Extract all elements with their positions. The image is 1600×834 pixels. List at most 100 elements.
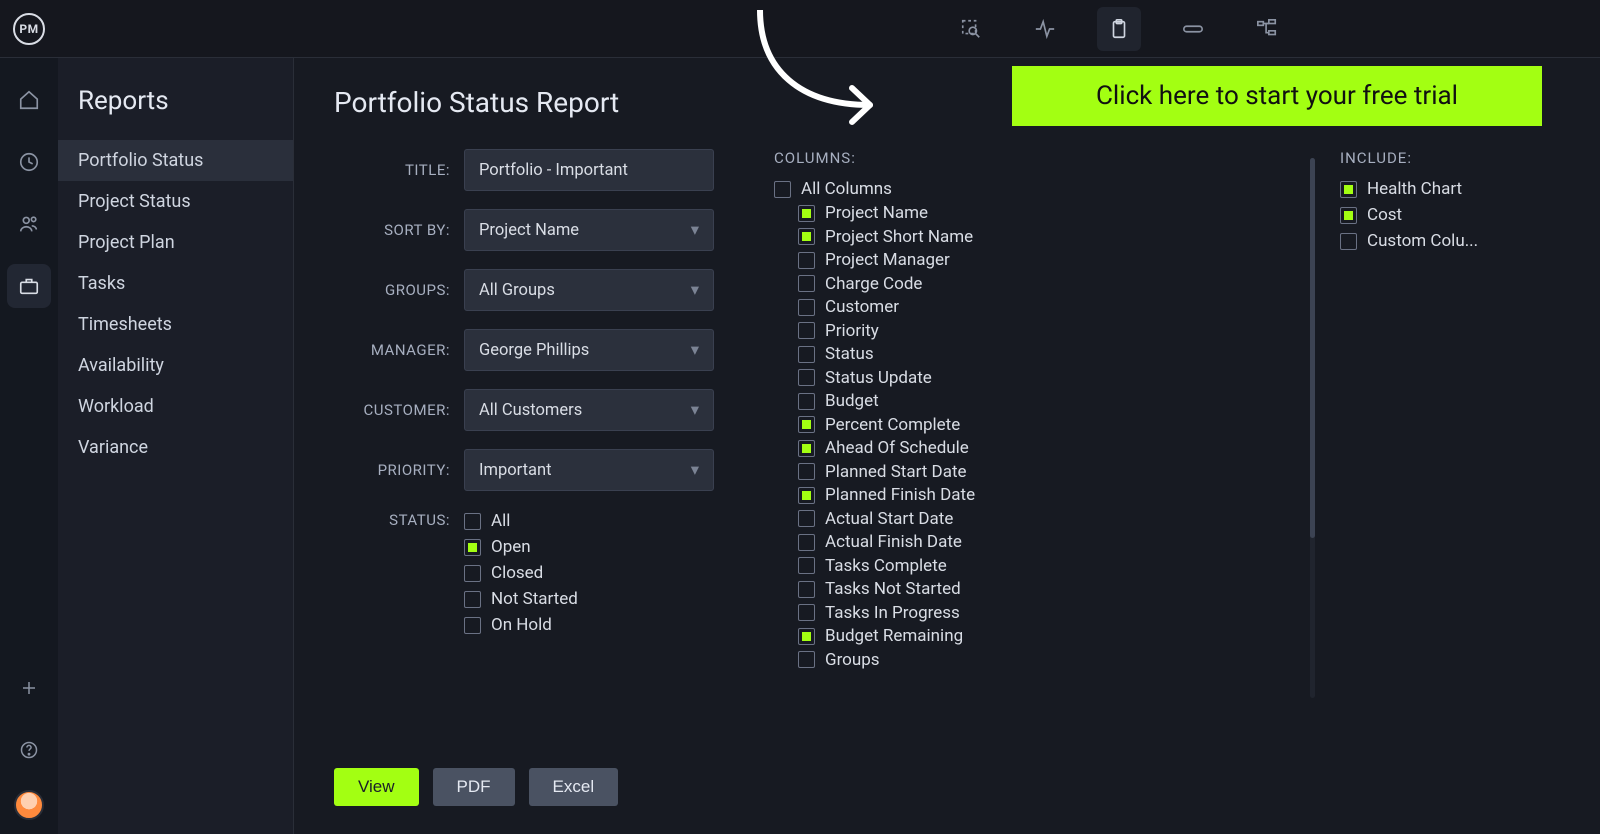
checkbox-icon bbox=[798, 463, 815, 480]
view-button[interactable]: View bbox=[334, 768, 419, 806]
reports-heading: Reports bbox=[58, 86, 293, 140]
pdf-button[interactable]: PDF bbox=[433, 768, 515, 806]
column-checkbox[interactable]: Percent Complete bbox=[798, 415, 1290, 435]
flow-icon[interactable] bbox=[1245, 7, 1289, 51]
report-item[interactable]: Project Plan bbox=[58, 222, 293, 263]
recent-icon[interactable] bbox=[7, 140, 51, 184]
column-option-label: Budget Remaining bbox=[825, 626, 963, 646]
include-checkbox[interactable]: Cost bbox=[1340, 205, 1560, 225]
report-item[interactable]: Tasks bbox=[58, 263, 293, 304]
column-checkbox[interactable]: Status Update bbox=[798, 368, 1290, 388]
column-checkbox[interactable]: Priority bbox=[798, 321, 1290, 341]
checkbox-icon bbox=[798, 557, 815, 574]
checkbox-icon bbox=[798, 651, 815, 668]
report-item[interactable]: Timesheets bbox=[58, 304, 293, 345]
groups-select[interactable]: All Groups▾ bbox=[464, 269, 714, 311]
column-checkbox[interactable]: Project Short Name bbox=[798, 227, 1290, 247]
column-checkbox[interactable]: Budget bbox=[798, 391, 1290, 411]
column-checkbox[interactable]: Planned Finish Date bbox=[798, 485, 1290, 505]
column-option-label: Project Manager bbox=[825, 250, 950, 270]
report-item[interactable]: Availability bbox=[58, 345, 293, 386]
checkbox-icon bbox=[798, 299, 815, 316]
column-checkbox[interactable]: Tasks In Progress bbox=[798, 603, 1290, 623]
report-item[interactable]: Project Status bbox=[58, 181, 293, 222]
help-icon[interactable] bbox=[7, 728, 51, 772]
column-checkbox[interactable]: Project Manager bbox=[798, 250, 1290, 270]
customer-select[interactable]: All Customers▾ bbox=[464, 389, 714, 431]
arrow-annotation bbox=[740, 10, 910, 130]
people-icon[interactable] bbox=[7, 202, 51, 246]
column-option-label: Status bbox=[825, 344, 874, 364]
activity-icon[interactable] bbox=[1023, 7, 1067, 51]
scrollbar[interactable] bbox=[1310, 158, 1316, 698]
column-checkbox[interactable]: Status bbox=[798, 344, 1290, 364]
reports-panel: Reports Portfolio StatusProject StatusPr… bbox=[58, 58, 294, 834]
column-checkbox[interactable]: Customer bbox=[798, 297, 1290, 317]
title-input[interactable]: Portfolio - Important bbox=[464, 149, 714, 191]
column-checkbox[interactable]: Actual Finish Date bbox=[798, 532, 1290, 552]
free-trial-cta[interactable]: Click here to start your free trial bbox=[1012, 66, 1542, 126]
column-checkbox[interactable]: Charge Code bbox=[798, 274, 1290, 294]
checkbox-icon bbox=[798, 510, 815, 527]
button-row: View PDF Excel bbox=[334, 768, 618, 806]
chevron-down-icon: ▾ bbox=[691, 220, 699, 240]
status-checkbox[interactable]: All bbox=[464, 511, 714, 531]
excel-button[interactable]: Excel bbox=[529, 768, 619, 806]
status-checkbox[interactable]: On Hold bbox=[464, 615, 714, 635]
column-checkbox[interactable]: Actual Start Date bbox=[798, 509, 1290, 529]
column-checkbox[interactable]: Groups bbox=[798, 650, 1290, 670]
column-checkbox[interactable]: Ahead Of Schedule bbox=[798, 438, 1290, 458]
status-option-label: Not Started bbox=[491, 589, 578, 609]
column-checkbox[interactable]: Tasks Not Started bbox=[798, 579, 1290, 599]
checkbox-icon bbox=[1340, 233, 1357, 250]
columns-heading: COLUMNS: bbox=[774, 149, 1290, 167]
checkbox-icon bbox=[798, 228, 815, 245]
priority-select[interactable]: Important▾ bbox=[464, 449, 714, 491]
content: Portfolio Status Report TITLE: Portfolio… bbox=[294, 58, 1600, 834]
report-item[interactable]: Variance bbox=[58, 427, 293, 468]
status-option-label: All bbox=[491, 511, 510, 531]
include-heading: INCLUDE: bbox=[1340, 149, 1560, 167]
sort-select[interactable]: Project Name▾ bbox=[464, 209, 714, 251]
checkbox-icon bbox=[464, 539, 481, 556]
column-checkbox[interactable]: Budget Remaining bbox=[798, 626, 1290, 646]
include-option-label: Health Chart bbox=[1367, 179, 1462, 199]
column-option-label: Status Update bbox=[825, 368, 932, 388]
checkbox-icon bbox=[798, 205, 815, 222]
status-option-label: Open bbox=[491, 537, 531, 557]
clipboard-icon[interactable] bbox=[1097, 7, 1141, 51]
briefcase-icon[interactable] bbox=[7, 264, 51, 308]
logo[interactable]: PM bbox=[0, 0, 58, 58]
column-checkbox[interactable]: Tasks Complete bbox=[798, 556, 1290, 576]
sort-label: SORT BY: bbox=[334, 221, 464, 239]
avatar[interactable] bbox=[14, 790, 44, 820]
status-checkbox[interactable]: Not Started bbox=[464, 589, 714, 609]
link-icon[interactable] bbox=[1171, 7, 1215, 51]
manager-select[interactable]: George Phillips▾ bbox=[464, 329, 714, 371]
column-checkbox[interactable]: Project Name bbox=[798, 203, 1290, 223]
search-icon[interactable] bbox=[949, 7, 993, 51]
customer-label: CUSTOMER: bbox=[334, 401, 464, 419]
home-icon[interactable] bbox=[7, 78, 51, 122]
include-checkbox[interactable]: Custom Colu... bbox=[1340, 231, 1560, 251]
chevron-down-icon: ▾ bbox=[691, 460, 699, 480]
status-checkbox[interactable]: Closed bbox=[464, 563, 714, 583]
checkbox-icon bbox=[798, 581, 815, 598]
column-option-label: Tasks Complete bbox=[825, 556, 947, 576]
title-label: TITLE: bbox=[334, 161, 464, 179]
status-checkbox[interactable]: Open bbox=[464, 537, 714, 557]
column-option-label: Percent Complete bbox=[825, 415, 960, 435]
report-item[interactable]: Portfolio Status bbox=[58, 140, 293, 181]
include-checkbox[interactable]: Health Chart bbox=[1340, 179, 1560, 199]
add-icon[interactable] bbox=[7, 666, 51, 710]
column-option-label: Priority bbox=[825, 321, 879, 341]
column-checkbox[interactable]: Planned Start Date bbox=[798, 462, 1290, 482]
all-columns-label: All Columns bbox=[801, 179, 892, 199]
checkbox-icon bbox=[798, 275, 815, 292]
checkbox-icon bbox=[774, 181, 791, 198]
checkbox-icon bbox=[1340, 181, 1357, 198]
checkbox-icon bbox=[798, 440, 815, 457]
groups-label: GROUPS: bbox=[334, 281, 464, 299]
all-columns-checkbox[interactable]: All Columns bbox=[774, 179, 1290, 199]
report-item[interactable]: Workload bbox=[58, 386, 293, 427]
